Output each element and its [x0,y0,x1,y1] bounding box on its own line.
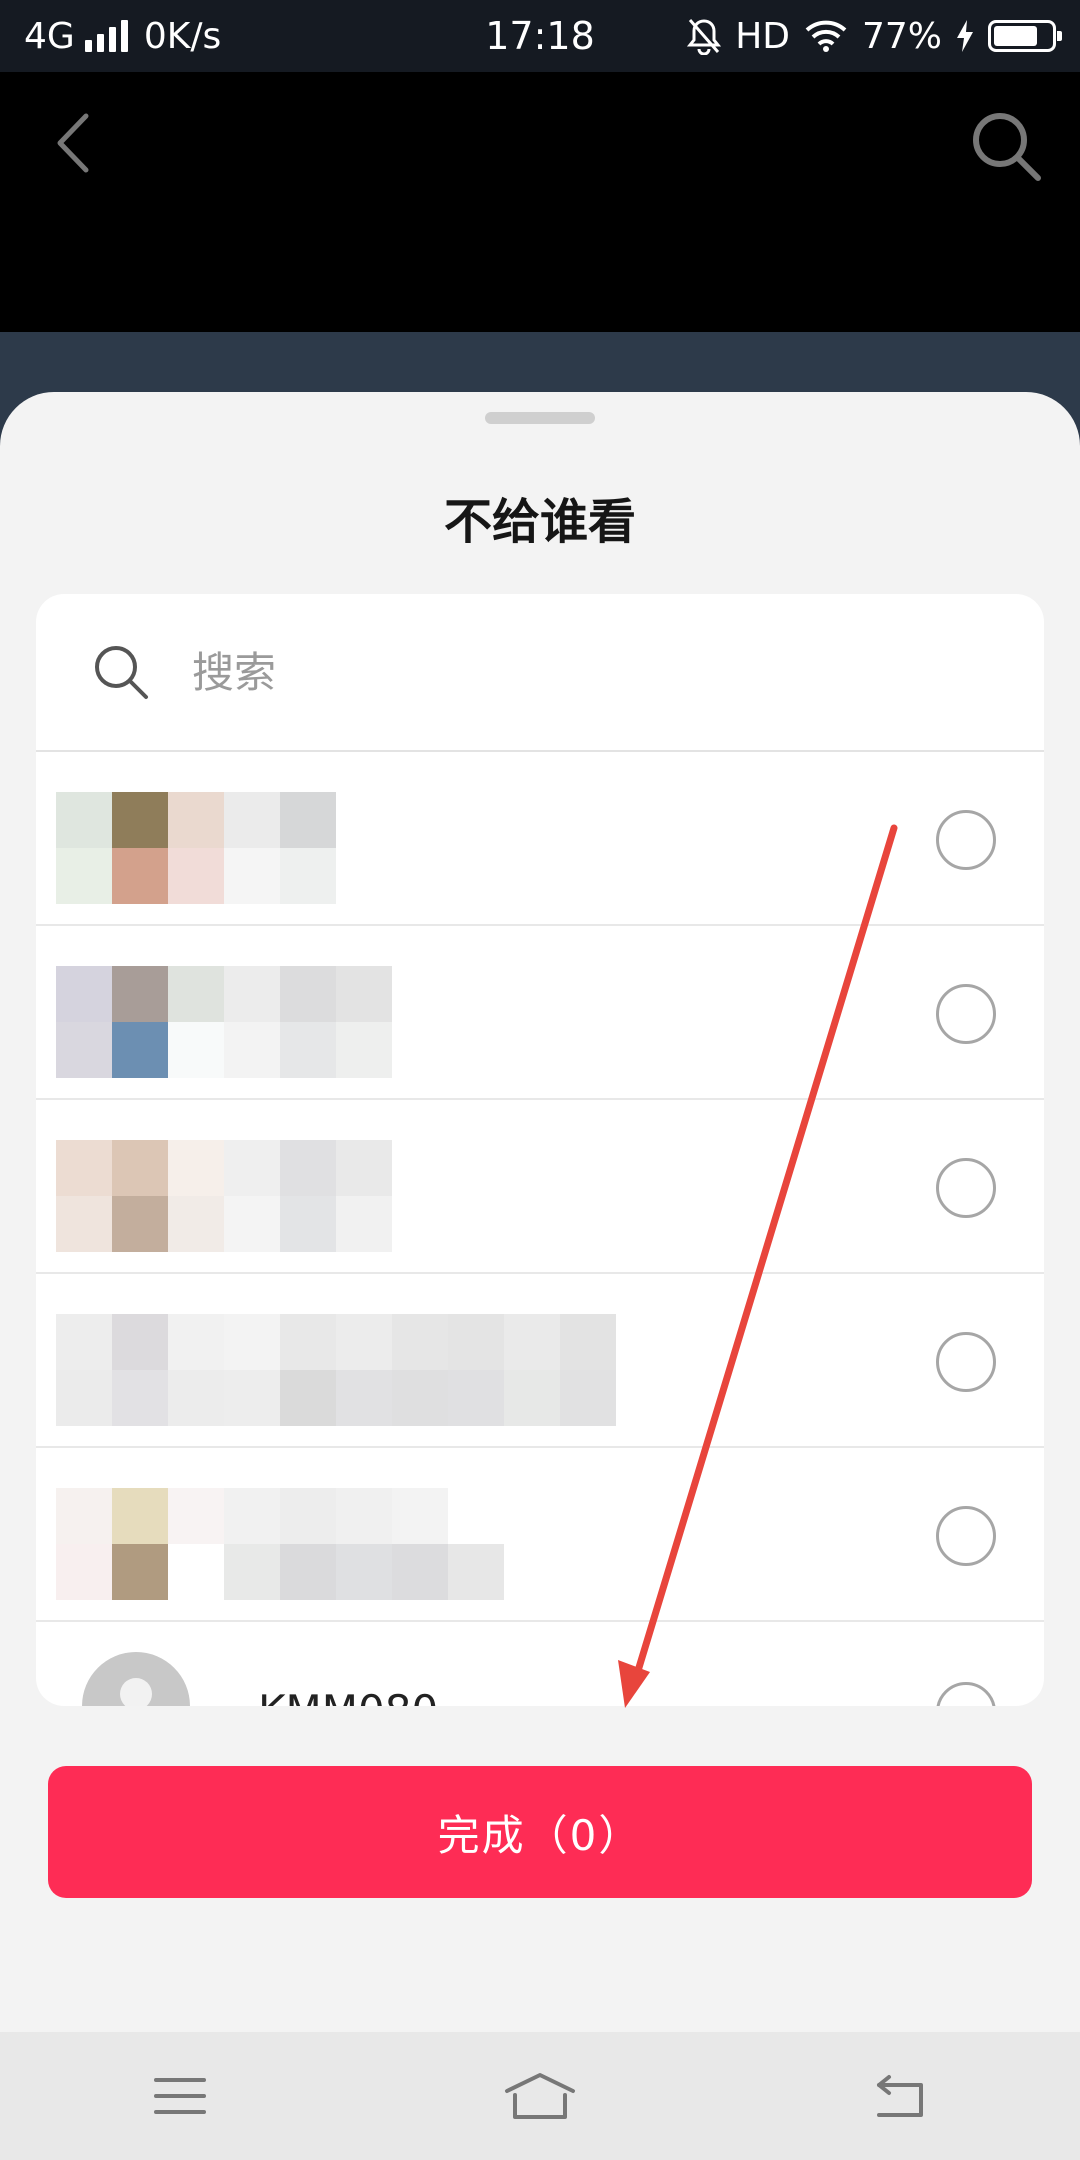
blurred-contact-info [56,1488,616,1600]
contact-row[interactable] [36,926,1044,1100]
signal-icon [84,20,128,52]
app-bar [0,72,1080,332]
menu-button[interactable] [135,2061,225,2131]
battery-percent: 77% [861,15,942,57]
radio-unchecked-icon[interactable] [936,1332,996,1392]
back-button[interactable] [40,108,110,178]
sheet-title: 不给谁看 [443,494,636,550]
chevron-left-icon [57,113,89,173]
avatar [82,1652,190,1706]
done-button[interactable]: 完成（0） [48,1766,1032,1898]
search-icon [973,113,1041,181]
radio-unchecked-icon[interactable] [936,1158,996,1218]
search-row[interactable] [36,594,1044,752]
contact-row[interactable] [36,1274,1044,1448]
charging-icon [957,20,973,52]
home-button[interactable] [495,2061,585,2131]
mute-bell-icon [687,19,722,55]
hd-indicator: HD [735,15,790,57]
blurred-contact-info [56,792,616,904]
contact-list-card: KMM080 [36,594,1044,1706]
battery-icon [988,20,1062,52]
menu-icon [154,2078,206,2114]
blurred-contact-info [56,1140,616,1252]
network-speed: 0K/s [143,15,222,57]
status-left: 4G 0K/s [24,16,221,57]
blurred-contact-info [56,966,616,1078]
wifi-icon [805,20,847,52]
contact-row[interactable] [36,1100,1044,1274]
search-icon [95,646,148,699]
system-nav-bar [0,2032,1080,2160]
blurred-contact-info [56,1314,616,1426]
radio-unchecked-icon[interactable] [936,984,996,1044]
contact-row[interactable] [36,1448,1044,1622]
network-type: 4G [24,15,75,57]
status-bar: 4G 0K/s 17:18 HD 77% [0,0,1080,72]
radio-unchecked-icon[interactable] [936,810,996,870]
search-button[interactable] [968,108,1044,184]
radio-unchecked-icon[interactable] [936,1682,996,1706]
bottom-sheet: 不给谁看 搜索 完成（0） [0,392,1080,2032]
contact-row[interactable]: KMM080 [36,1622,1044,1706]
back-nav-button[interactable] [855,2061,945,2131]
battery-fill [994,26,1038,46]
drag-handle[interactable] [485,412,595,424]
home-icon [505,2073,575,2119]
contact-row[interactable] [36,752,1044,926]
radio-unchecked-icon[interactable] [936,1506,996,1566]
status-right: HD 77% [687,15,1062,57]
return-icon [877,2075,923,2117]
search-input[interactable] [192,647,892,697]
contact-name: KMM080 [258,1686,438,1706]
